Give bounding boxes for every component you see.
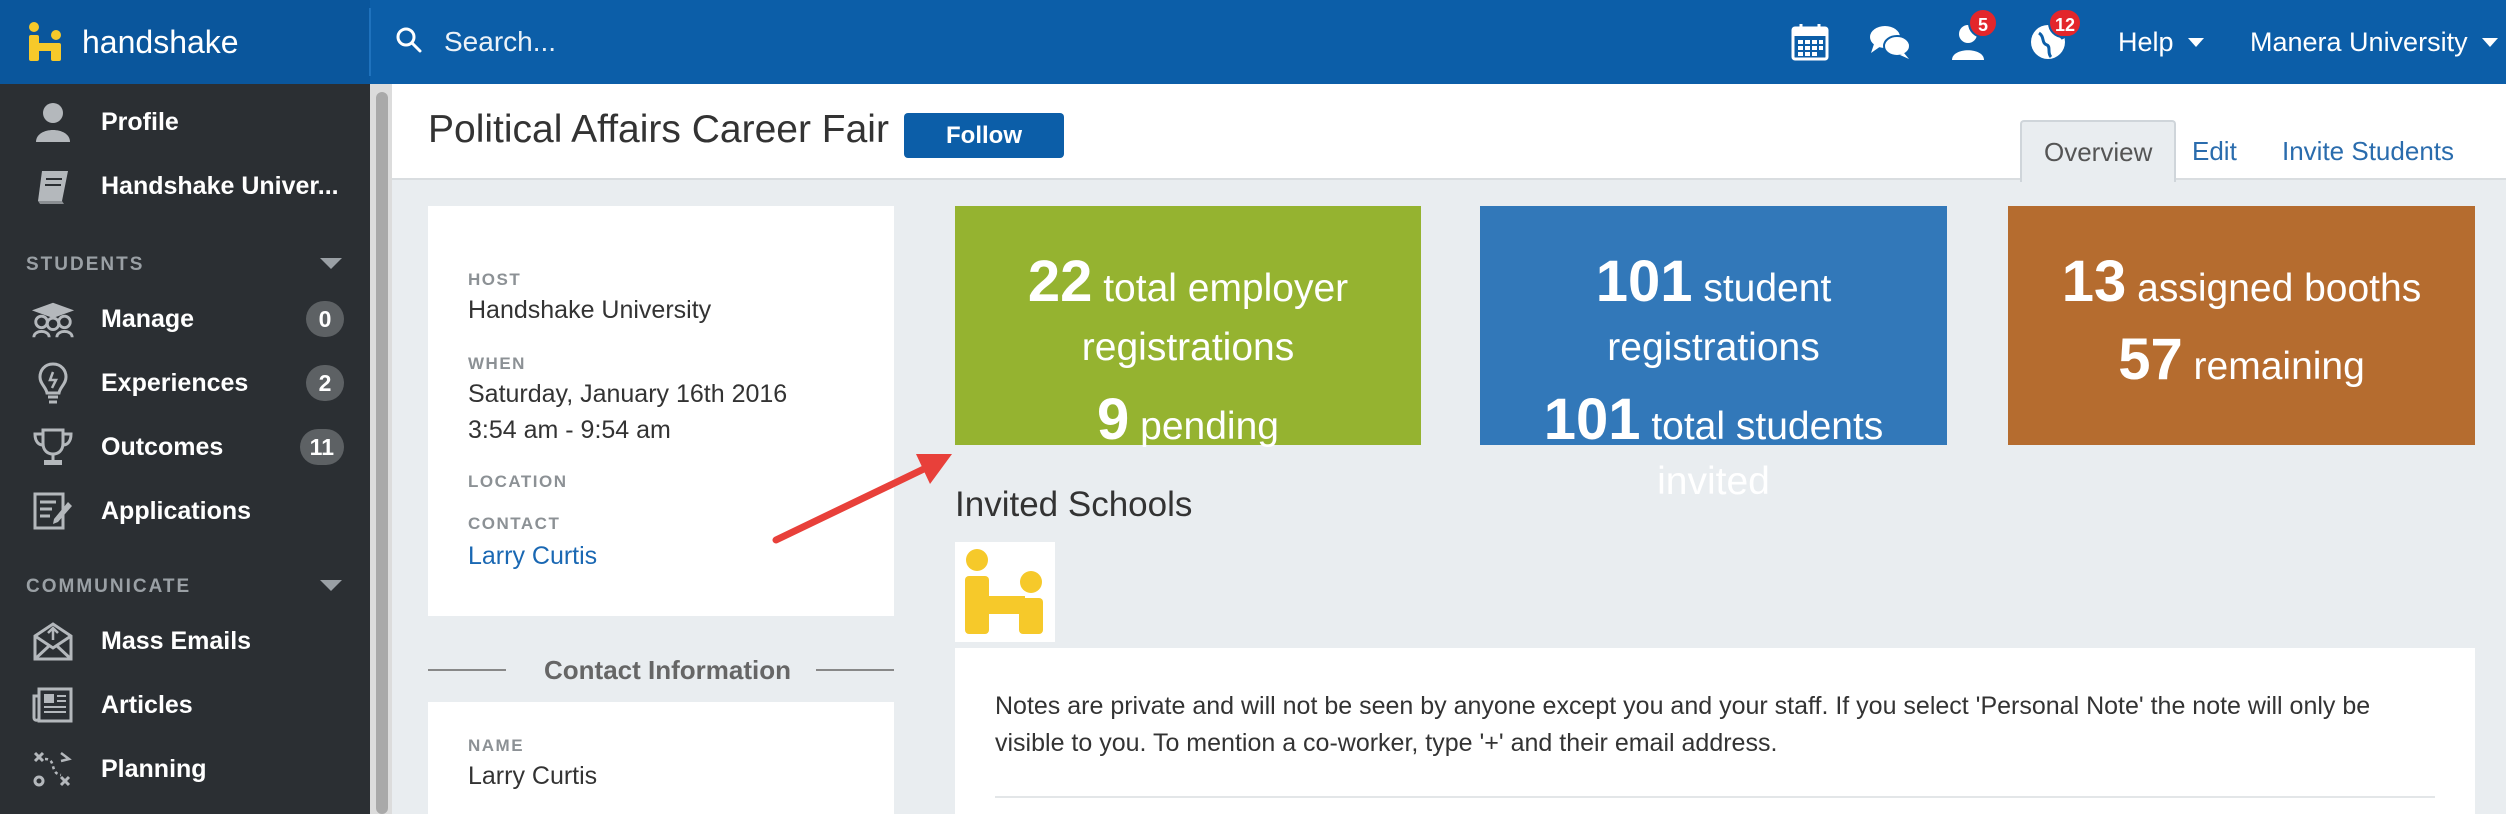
calendar-icon[interactable] xyxy=(1786,18,1834,66)
graduates-icon xyxy=(30,296,76,342)
tab-invite-students[interactable]: Invite Students xyxy=(2260,120,2476,182)
communicate-section-header: COMMUNICATE xyxy=(26,576,192,597)
sidebar-item-articles[interactable]: Articles xyxy=(0,677,370,733)
host-value: Handshake University xyxy=(468,296,712,324)
when-label: WHEN xyxy=(468,354,526,373)
trophy-icon xyxy=(30,424,76,470)
divider xyxy=(816,669,894,671)
student-count: 101 xyxy=(1595,249,1693,314)
students-section-header: STUDENTS xyxy=(26,254,145,275)
sidebar-item-label: Planning xyxy=(101,754,207,783)
strategy-icon xyxy=(30,746,76,792)
follow-button[interactable]: Follow xyxy=(904,113,1064,158)
location-label: LOCATION xyxy=(468,472,568,491)
chat-icon[interactable] xyxy=(1866,18,1914,66)
tab-edit[interactable]: Edit xyxy=(2170,120,2259,182)
name-value: Larry Curtis xyxy=(468,762,598,790)
invited-schools-title: Invited Schools xyxy=(955,485,1193,524)
student-text-2: registrations xyxy=(1607,326,1820,369)
brand-divider xyxy=(369,8,371,76)
sidebar-item-experiences[interactable]: Experiences 2 xyxy=(0,355,370,411)
notes-card: Notes are private and will not be seen b… xyxy=(955,648,2475,814)
sidebar-item-label: Mass Emails xyxy=(101,626,252,655)
booths-tile[interactable]: 13 assigned booths 57 remaining xyxy=(2008,206,2475,445)
count-badge: 11 xyxy=(299,429,344,465)
employer-count: 22 xyxy=(1027,249,1093,314)
help-menu[interactable]: Help xyxy=(2118,20,2204,64)
search-bar[interactable]: Search... xyxy=(396,20,556,64)
brand-area[interactable]: handshake xyxy=(0,0,370,84)
pending-text: pending xyxy=(1140,405,1279,448)
book-icon xyxy=(30,163,76,209)
contact-info-card: NAME Larry Curtis xyxy=(428,702,894,814)
user-icon xyxy=(30,99,76,145)
sidebar-item-label: Manage xyxy=(101,304,195,333)
handshake-logo-icon xyxy=(26,21,68,63)
sidebar-item-label: Experiences xyxy=(101,368,249,397)
contact-info-title: Contact Information xyxy=(544,655,791,685)
tab-overview[interactable]: Overview xyxy=(2020,120,2177,182)
invited-count: 101 xyxy=(1543,387,1641,452)
when-date: Saturday, January 16th 2016 xyxy=(468,380,788,408)
sidebar-item-manage[interactable]: Manage 0 xyxy=(0,291,370,347)
sidebar-item-mass-emails[interactable]: Mass Emails xyxy=(0,613,370,669)
chevron-down-icon[interactable] xyxy=(320,258,342,269)
contact-label: CONTACT xyxy=(468,514,561,533)
sidebar-item-label: Handshake Univer... xyxy=(101,171,339,200)
name-label: NAME xyxy=(468,736,525,755)
count-badge: 0 xyxy=(306,301,344,337)
sidebar-item-profile[interactable]: Profile xyxy=(0,94,370,150)
document-edit-icon xyxy=(30,488,76,534)
sidebar-item-label: Outcomes xyxy=(101,432,224,461)
sidebar-item-label: Articles xyxy=(101,690,193,719)
newspaper-icon xyxy=(30,682,76,728)
page-title: Political Affairs Career Fair xyxy=(428,108,889,151)
university-label: Manera University xyxy=(2250,26,2468,57)
remaining-text: remaining xyxy=(2193,345,2365,388)
assigned-text: assigned booths xyxy=(2137,267,2422,310)
notes-description: Notes are private and will not be seen b… xyxy=(995,692,2371,757)
invited-text: total students xyxy=(1651,405,1884,448)
sidebar: Profile Handshake Univer... STUDENTS Man… xyxy=(0,84,370,814)
sidebar-item-label: Applications xyxy=(101,496,252,525)
chevron-down-icon[interactable] xyxy=(320,580,342,591)
search-input[interactable]: Search... xyxy=(444,26,556,58)
activity-badge: 12 xyxy=(2048,8,2083,38)
invited-text-2: invited xyxy=(1657,460,1770,503)
sidebar-scrollbar-thumb[interactable] xyxy=(376,92,388,814)
remaining-count: 57 xyxy=(2118,327,2183,392)
search-icon xyxy=(396,27,422,58)
envelope-icon xyxy=(30,618,76,664)
lightbulb-icon xyxy=(30,360,76,406)
chevron-down-icon xyxy=(2481,37,2498,47)
divider xyxy=(428,669,506,671)
employer-text: total employer xyxy=(1103,267,1349,310)
pending-count: 9 xyxy=(1097,387,1130,452)
event-details-card: HOST Handshake University WHEN Saturday,… xyxy=(428,206,894,616)
chevron-down-icon xyxy=(2187,37,2204,47)
assigned-count: 13 xyxy=(2061,249,2127,314)
sidebar-item-outcomes[interactable]: Outcomes 11 xyxy=(0,419,370,475)
brand-name: handshake xyxy=(82,23,239,60)
sidebar-item-handshake-university[interactable]: Handshake Univer... xyxy=(0,158,370,214)
sidebar-item-planning[interactable]: Planning xyxy=(0,741,370,797)
handshake-school-logo-icon[interactable] xyxy=(955,542,1055,642)
sidebar-item-applications[interactable]: Applications xyxy=(0,483,370,539)
student-registrations-tile[interactable]: 101 student registrations 101 total stud… xyxy=(1480,206,1947,503)
employer-text-2: registrations xyxy=(1081,326,1295,369)
employer-registrations-tile[interactable]: 22 total employer registrations 9 pendin… xyxy=(955,206,1421,452)
student-text: student xyxy=(1703,267,1832,310)
university-menu[interactable]: Manera University xyxy=(2250,20,2498,64)
count-badge: 2 xyxy=(306,365,344,401)
help-label: Help xyxy=(2118,26,2174,57)
sidebar-item-label: Profile xyxy=(101,107,179,136)
notifications-badge: 5 xyxy=(1968,8,1998,38)
top-navbar: handshake Search... 5 12 Help Manera Uni… xyxy=(0,0,2506,84)
divider xyxy=(995,796,2435,798)
host-label: HOST xyxy=(468,270,522,289)
contact-link[interactable]: Larry Curtis xyxy=(468,542,597,571)
annotation-arrow-icon xyxy=(772,454,952,544)
when-time: 3:54 am - 9:54 am xyxy=(468,416,671,444)
